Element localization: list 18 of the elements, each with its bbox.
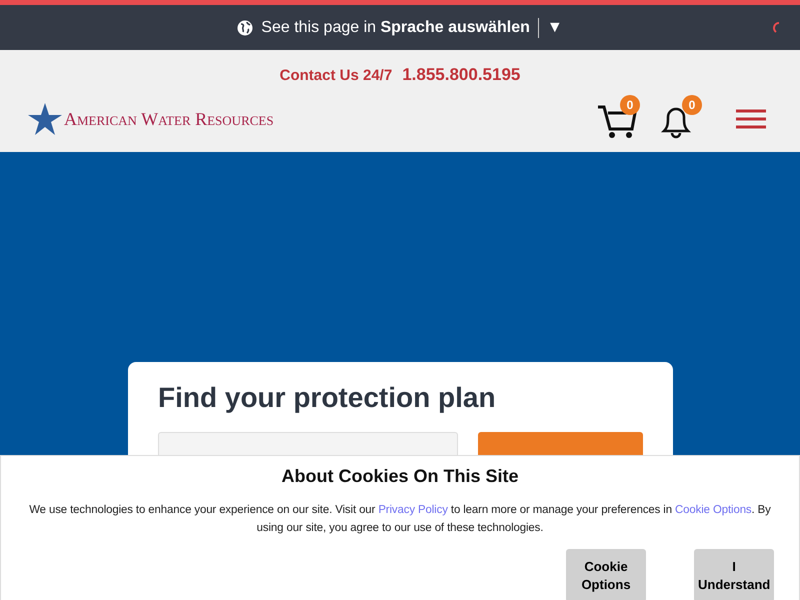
cookie-link[interactable]: Cookie Options: [675, 504, 752, 516]
star-icon: [28, 103, 62, 135]
cookie-title: About Cookies On This Site: [280, 466, 520, 487]
dropdown-arrow[interactable]: ▼: [546, 18, 563, 36]
language-prompt[interactable]: See this page in Sprache auswählen: [261, 18, 530, 36]
cookie-button[interactable]: I Understand: [694, 549, 774, 600]
notification-count-badge: 0: [682, 95, 702, 115]
cart-count-badge: 0: [620, 95, 640, 115]
cookie-button[interactable]: Cookie Options: [566, 549, 646, 600]
loading-spinner-icon: [770, 21, 782, 35]
cookie-text: We use technologies to enhance your experience on our site. Visit our Privacy Policy to learn more or manage your preferences in Cookie Options. By using our site, you agree to our use of these technologies.: [28, 503, 772, 536]
cookie-link[interactable]: Privacy Policy: [378, 504, 448, 516]
globe-icon: [237, 20, 254, 36]
phone-link[interactable]: 1.855.800.5195: [402, 65, 520, 85]
contact-label: Contact Us 24/7: [280, 67, 392, 84]
logo-text[interactable]: American Water Resources: [64, 108, 274, 130]
menu-icon[interactable]: [736, 109, 766, 129]
card-title: Find your protection plan: [158, 382, 497, 414]
